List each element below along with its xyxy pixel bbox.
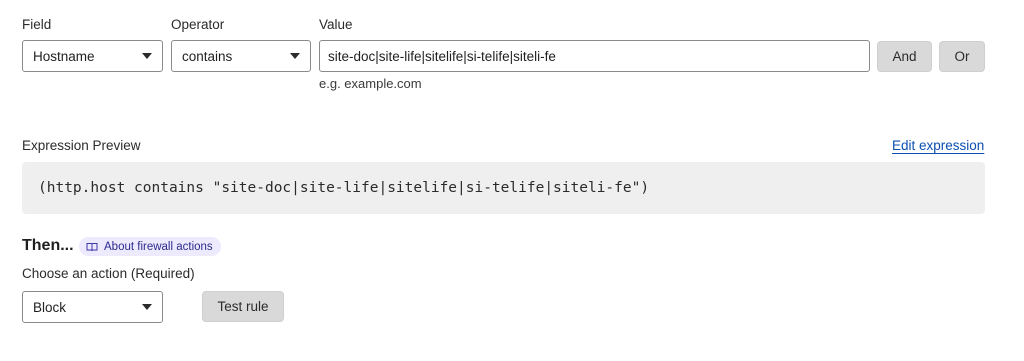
- value-input[interactable]: [319, 40, 870, 72]
- expression-preview-box: (http.host contains "site-doc|site-life|…: [22, 162, 985, 214]
- then-label: Then...: [22, 237, 74, 254]
- chevron-down-icon: [290, 53, 300, 59]
- operator-select[interactable]: contains: [171, 40, 311, 72]
- choose-action-label: Choose an action (Required): [22, 266, 195, 281]
- about-firewall-actions-label: About firewall actions: [104, 240, 213, 253]
- field-select[interactable]: Hostname: [22, 40, 163, 72]
- operator-select-value: contains: [182, 48, 233, 64]
- expression-text: (http.host contains "site-doc|site-life|…: [38, 180, 650, 196]
- edit-expression-link[interactable]: Edit expression: [892, 138, 984, 153]
- field-label: Field: [22, 17, 52, 32]
- field-select-value: Hostname: [33, 48, 95, 64]
- book-icon: [86, 242, 98, 251]
- or-button[interactable]: Or: [939, 41, 985, 72]
- value-hint: e.g. example.com: [319, 76, 422, 91]
- chevron-down-icon: [142, 304, 152, 310]
- test-rule-button[interactable]: Test rule: [202, 291, 284, 322]
- chevron-down-icon: [142, 53, 152, 59]
- value-label: Value: [319, 17, 353, 32]
- and-button[interactable]: And: [877, 41, 932, 72]
- action-select-value: Block: [33, 299, 67, 315]
- about-firewall-actions-link[interactable]: About firewall actions: [79, 237, 221, 256]
- expression-preview-title: Expression Preview: [22, 138, 141, 153]
- operator-label: Operator: [171, 17, 225, 32]
- action-select[interactable]: Block: [22, 291, 163, 323]
